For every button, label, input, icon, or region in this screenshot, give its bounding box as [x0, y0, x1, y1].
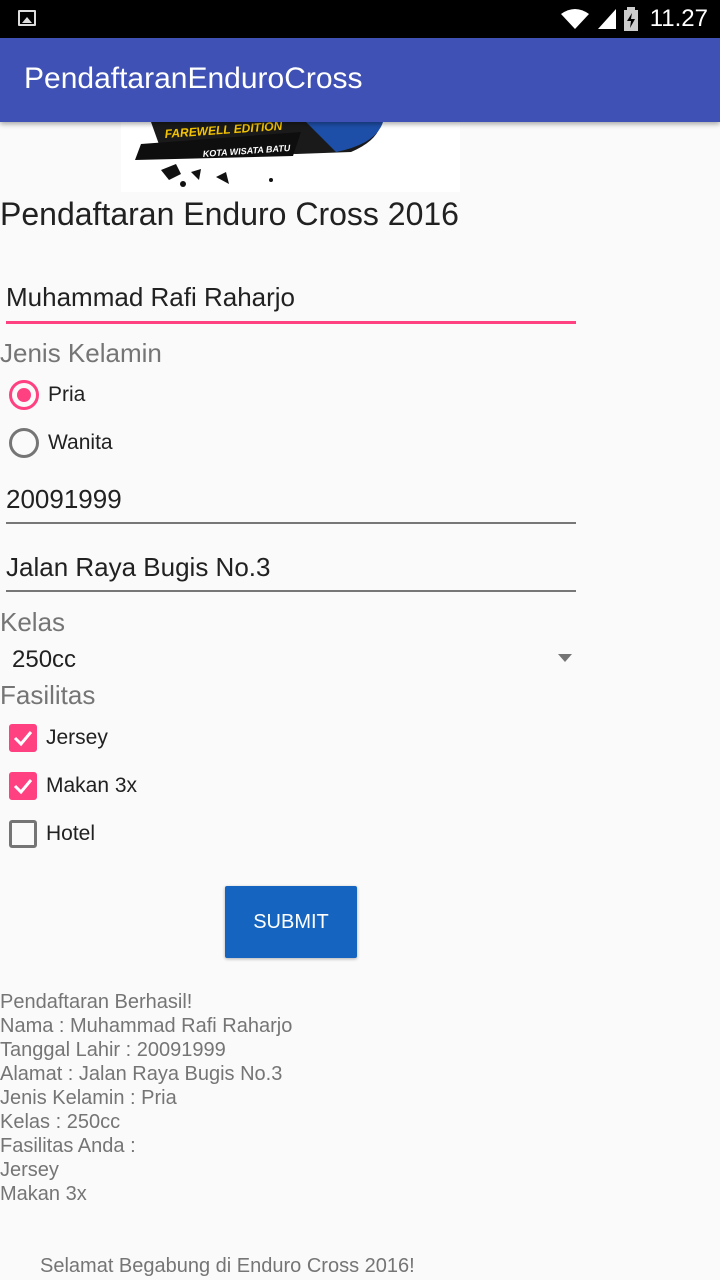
address-field[interactable]: Jalan Raya Bugis No.3: [6, 552, 576, 592]
status-bar: 11.27: [0, 0, 720, 38]
name-field[interactable]: Muhammad Rafi Raharjo: [6, 282, 576, 324]
checkbox-jersey[interactable]: Jersey: [9, 718, 108, 758]
address-value: Jalan Raya Bugis No.3: [6, 552, 271, 582]
checkmark-icon: [13, 779, 33, 795]
wifi-icon: [560, 9, 589, 29]
battery-charging-icon: [623, 7, 638, 31]
birth-date-value: 20091999: [6, 484, 122, 514]
facility-label: Fasilitas: [0, 680, 96, 710]
result-line: Alamat : Jalan Raya Bugis No.3: [0, 1063, 283, 1085]
name-field-underline: [6, 321, 576, 324]
image-icon: [18, 10, 36, 26]
signal-icon: [597, 9, 616, 29]
dropdown-arrow-icon: [558, 654, 572, 662]
app-title: PendaftaranEnduroCross: [24, 62, 363, 95]
birth-date-underline: [6, 522, 576, 524]
radio-button[interactable]: [9, 428, 39, 458]
result-text: Pendaftaran Berhasil! Nama : Muhammad Ra…: [0, 990, 292, 1206]
class-dropdown[interactable]: 250cc: [0, 640, 576, 680]
checkbox-jersey-label: Jersey: [46, 726, 108, 749]
app-bar: PendaftaranEnduroCross: [0, 38, 720, 122]
result-line: Pendaftaran Berhasil!: [0, 991, 193, 1013]
checkbox-hotel-label: Hotel: [46, 822, 96, 845]
welcome-message: Selamat Begabung di Enduro Cross 2016!: [40, 1255, 415, 1277]
radio-wanita-label: Wanita: [48, 431, 113, 454]
checkbox-makan[interactable]: Makan 3x: [9, 766, 137, 806]
event-banner-image: FAREWELL EDITION KOTA WISATA BATU: [121, 122, 460, 192]
result-line: Makan 3x: [0, 1183, 87, 1205]
result-line: Kelas : 250cc: [0, 1111, 121, 1133]
class-label: Kelas: [0, 607, 66, 637]
checkmark-icon: [13, 731, 33, 747]
form-title: Pendaftaran Enduro Cross 2016: [0, 196, 459, 232]
birth-date-field[interactable]: 20091999: [6, 484, 576, 524]
radio-pria[interactable]: Pria: [9, 375, 85, 415]
status-icons: 11.27: [560, 0, 708, 38]
address-underline: [6, 590, 576, 592]
name-field-value: Muhammad Rafi Raharjo: [6, 282, 296, 312]
result-line: Fasilitas Anda :: [0, 1135, 136, 1157]
result-line: Tanggal Lahir : 20091999: [0, 1039, 226, 1061]
radio-wanita[interactable]: Wanita: [9, 423, 113, 463]
event-logo: FAREWELL EDITION KOTA WISATA BATU: [135, 122, 383, 187]
submit-button[interactable]: SUBMIT: [225, 886, 357, 958]
checkbox-checked[interactable]: [9, 724, 37, 752]
class-dropdown-value: 250cc: [12, 646, 77, 673]
gender-label: Jenis Kelamin: [0, 338, 162, 368]
checkbox-makan-label: Makan 3x: [46, 774, 138, 797]
result-line: Jenis Kelamin : Pria: [0, 1087, 177, 1109]
result-line: Jersey: [0, 1159, 59, 1181]
result-line: Nama : Muhammad Rafi Raharjo: [0, 1015, 293, 1037]
radio-button-checked[interactable]: [9, 380, 39, 410]
checkbox-hotel[interactable]: Hotel: [9, 814, 95, 854]
checkbox-checked[interactable]: [9, 772, 37, 800]
status-time: 11.27: [649, 5, 708, 32]
radio-pria-label: Pria: [48, 383, 86, 406]
checkbox[interactable]: [9, 820, 37, 848]
